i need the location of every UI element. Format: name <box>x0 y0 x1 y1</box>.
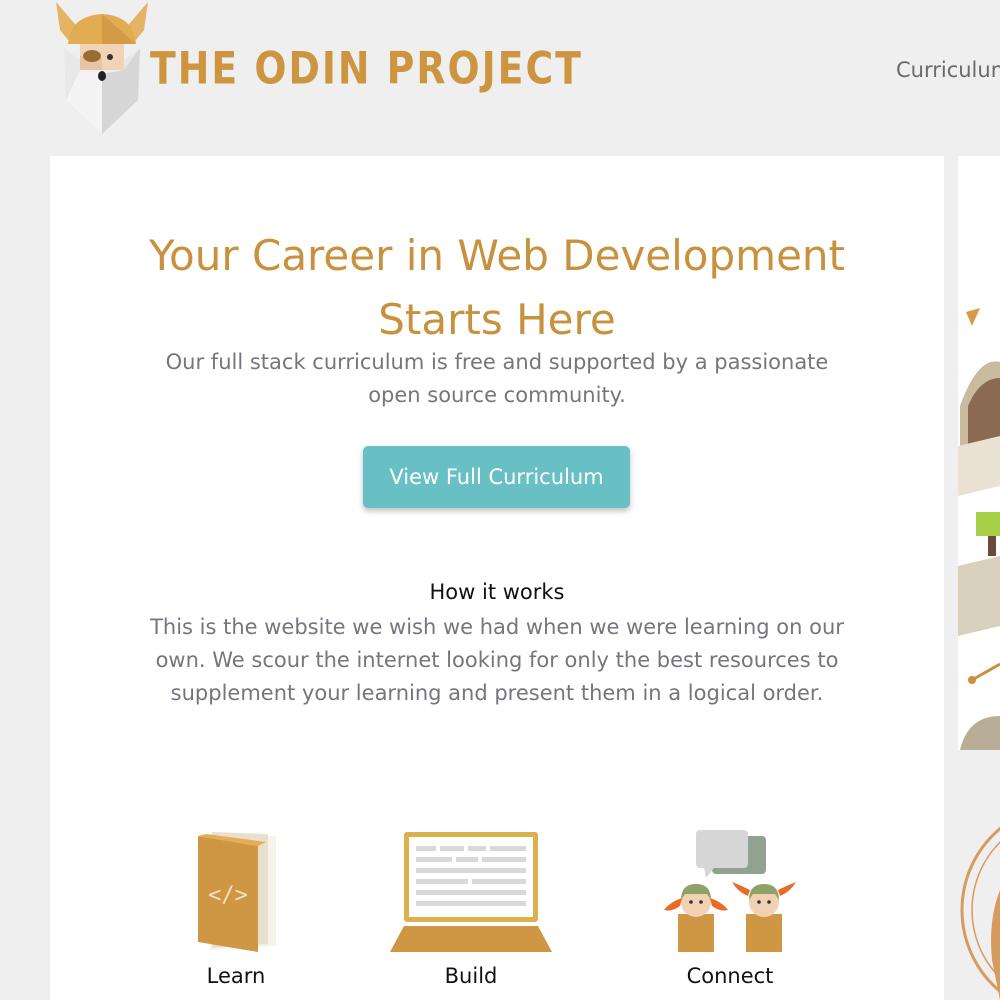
laptop-icon <box>390 832 552 956</box>
svg-text:</>: </> <box>208 883 248 908</box>
feature-learn-label: Learn <box>206 964 266 988</box>
feature-build-label: Build <box>444 964 498 988</box>
feature-connect-label: Connect <box>686 964 774 988</box>
how-it-works-line2: own. We scour the internet looking for o… <box>155 648 839 672</box>
hero-title: Your Career in Web Development Starts He… <box>50 224 944 352</box>
hero-title-line2: Starts Here <box>378 295 616 344</box>
side-badge-icon <box>958 800 1000 1000</box>
hero-card: Your Career in Web Development Starts He… <box>50 156 944 1000</box>
feature-build: Build <box>390 830 552 988</box>
feature-learn: </> Learn <box>180 830 292 988</box>
view-full-curriculum-button[interactable]: View Full Curriculum <box>363 446 630 508</box>
how-it-works-line3: supplement your learning and present the… <box>170 681 824 705</box>
code-book-icon: </> <box>180 832 292 956</box>
nav-link-curriculum[interactable]: Curriculum <box>896 58 1000 82</box>
how-it-works-title: How it works <box>429 580 565 604</box>
hero-subtitle-line1: Our full stack curriculum is free and su… <box>165 350 829 374</box>
people-chat-icon <box>650 830 810 956</box>
hero-subtitle-line2: open source community. <box>368 383 626 407</box>
hero-subtitle: Our full stack curriculum is free and su… <box>147 346 847 412</box>
how-it-works-text: This is the website we wish we had when … <box>142 611 852 710</box>
brand-wordmark[interactable]: THE ODIN PROJECT <box>150 43 583 94</box>
how-it-works-line1: This is the website we wish we had when … <box>150 615 844 639</box>
feature-connect: Connect <box>650 830 810 988</box>
side-illustration-card <box>958 156 1000 750</box>
odin-logo-icon[interactable] <box>50 0 154 134</box>
hero-title-line1: Your Career in Web Development <box>148 231 845 280</box>
